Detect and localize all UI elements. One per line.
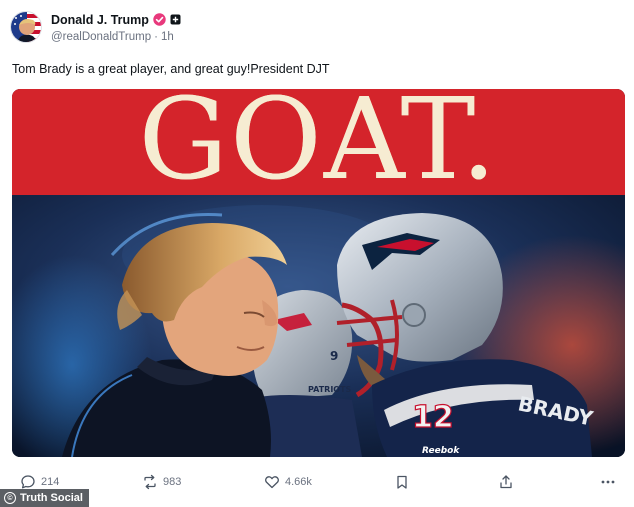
bookmark-button[interactable] bbox=[394, 470, 410, 494]
goat-banner: GOAT. bbox=[12, 89, 625, 205]
banner-text: GOAT. bbox=[138, 89, 499, 205]
retruth-count: 983 bbox=[163, 476, 182, 488]
more-dots-icon bbox=[601, 480, 615, 484]
post-text: Tom Brady is a great player, and great g… bbox=[12, 62, 330, 76]
timestamp[interactable]: 1h bbox=[161, 31, 174, 43]
more-button[interactable] bbox=[600, 470, 616, 494]
heart-icon bbox=[265, 476, 279, 489]
post-image[interactable]: GOAT. 9 PATRIOTS 12 BRADY Reebok bbox=[12, 89, 625, 457]
avatar-image bbox=[11, 12, 41, 42]
truth-social-watermark: © Truth Social bbox=[0, 489, 89, 507]
repost-arrows-icon bbox=[144, 474, 156, 490]
photo-scene: 9 PATRIOTS 12 BRADY Reebok bbox=[12, 195, 625, 457]
brand-mark: Reebok bbox=[422, 446, 460, 456]
comment-bubble-icon bbox=[21, 475, 35, 489]
verified-badge-icon bbox=[153, 13, 166, 26]
like-button[interactable]: 4.66k bbox=[264, 470, 312, 494]
display-name[interactable]: Donald J. Trump bbox=[51, 13, 149, 27]
watermark-label: Truth Social bbox=[20, 492, 83, 504]
name-row: Donald J. Trump bbox=[51, 12, 181, 28]
copyright-icon: © bbox=[4, 492, 16, 504]
post-header: Donald J. Trump @realDonaldTrump · 1h bbox=[10, 8, 624, 46]
author-block: Donald J. Trump @realDonaldTrump · 1h bbox=[51, 12, 181, 43]
helmet-label: PATRIOTS bbox=[308, 385, 352, 394]
share-upload-icon bbox=[500, 475, 512, 489]
jersey-number: 12 bbox=[412, 400, 454, 435]
separator-dot: · bbox=[154, 30, 158, 43]
helmet-number: 9 bbox=[330, 349, 338, 363]
handle-row: @realDonaldTrump · 1h bbox=[51, 31, 181, 43]
action-bar: 214 983 4.66k bbox=[0, 470, 634, 494]
reply-count: 214 bbox=[41, 476, 60, 488]
bookmark-icon bbox=[397, 475, 407, 489]
add-badge-icon[interactable] bbox=[170, 14, 181, 25]
share-button[interactable] bbox=[498, 470, 514, 494]
like-count: 4.66k bbox=[285, 476, 312, 488]
handle[interactable]: @realDonaldTrump bbox=[51, 31, 151, 43]
avatar[interactable] bbox=[10, 11, 42, 43]
retruth-button[interactable]: 983 bbox=[142, 470, 181, 494]
